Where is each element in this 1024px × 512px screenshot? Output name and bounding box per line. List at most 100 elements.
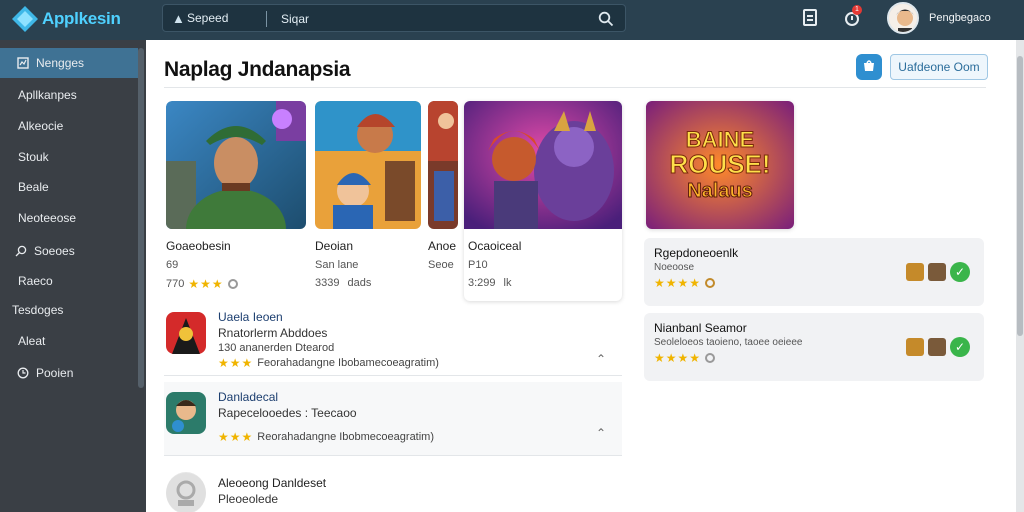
- app-icon: [166, 312, 206, 354]
- card-subtitle: San lane: [315, 259, 359, 271]
- game-thumbnail: [166, 101, 306, 229]
- search-input[interactable]: [281, 8, 581, 30]
- list-item[interactable]: Uaela Ieoen Rnatorlerm Abddoes 130 anane…: [164, 302, 622, 376]
- list-item-meta: 130 ananerden Dtearod: [218, 342, 335, 354]
- search-divider: [266, 11, 267, 27]
- sidebar-item-neoteeose[interactable]: Neoteeose: [0, 203, 138, 233]
- scrollbar-thumb[interactable]: [1017, 56, 1023, 336]
- list-item-title: Aleoeong Danldeset: [218, 476, 327, 490]
- app-logo[interactable]: Applkesin: [10, 4, 121, 34]
- sidebar: Nengges Apllkanpes Alkeocie Stouk Beale …: [0, 40, 146, 512]
- clock-icon: [16, 366, 30, 380]
- star-rating: ★★★: [218, 430, 254, 444]
- card-extra: dads: [347, 277, 372, 289]
- card-price: 3:299: [468, 277, 496, 289]
- sidebar-item-label: Alkeocie: [18, 119, 64, 133]
- sidebar-item-label: Stouk: [18, 150, 49, 164]
- card-subtitle: Seoe: [428, 259, 454, 271]
- right-list-card[interactable]: Rgepdoneoenlk Noeoose ★★★★ ✓: [644, 238, 984, 306]
- list-item[interactable]: Aleoeong Danldeset Pleoeolede: [164, 462, 622, 512]
- sidebar-item-stouk[interactable]: Stouk: [0, 142, 138, 172]
- page-title: Naplag Jndanapsia: [164, 58, 351, 81]
- star-rating: ★★★: [218, 356, 254, 370]
- card-title: Ocaoiceal: [468, 239, 522, 253]
- top-bar: Applkesin ▲ Sepeed 1 Pengbegaco: [0, 0, 1024, 40]
- sidebar-item-label: Raeco: [18, 274, 53, 288]
- card-price: 3339: [315, 277, 340, 289]
- rating-text: Feorahadangne Ibobamecoeagratim): [257, 357, 439, 369]
- card-subtitle: 69: [166, 259, 179, 271]
- featured-card[interactable]: Goaeobesin 69 770 ★★★: [166, 101, 306, 298]
- search-icon: [14, 244, 28, 258]
- star-rating: ★★★★: [654, 276, 716, 290]
- header-action-button[interactable]: Uafdeone Oom: [890, 54, 988, 80]
- list-item-title: Uaela Ieoen: [218, 310, 283, 324]
- sidebar-item-label: Tesdoges: [12, 303, 64, 317]
- app-name: Applkesin: [42, 9, 121, 28]
- game-banner: BAINE ROUSE! Nalaus: [646, 101, 794, 229]
- star-rating: ★★★: [188, 277, 224, 291]
- diamond-logo-icon: [12, 6, 38, 32]
- rating-text: Reorahadangne Ibobmecoeagratim): [257, 431, 435, 443]
- chevron-up-icon[interactable]: ⌃: [596, 352, 610, 366]
- sidebar-item-soeoes[interactable]: Soeoes: [0, 236, 138, 266]
- list-item-subtitle: Rapecelooedes : Teecaoo: [218, 406, 357, 420]
- card-meta: 3339 dads: [315, 277, 371, 289]
- sidebar-item-beale[interactable]: Beale: [0, 172, 138, 202]
- featured-banner[interactable]: BAINE ROUSE! Nalaus: [646, 101, 794, 229]
- sidebar-scrollbar[interactable]: [138, 48, 144, 388]
- card-title: Rgepdoneoenlk: [654, 246, 739, 260]
- avatar[interactable]: [887, 2, 919, 34]
- sidebar-item-alkeocie[interactable]: Alkeocie: [0, 111, 138, 141]
- page-scrollbar[interactable]: [1016, 40, 1024, 512]
- user-name[interactable]: Pengbegaco: [929, 12, 991, 24]
- mini-app-icon: [906, 263, 924, 281]
- card-title: Nianbanl Seamor: [654, 321, 747, 335]
- sidebar-item-raeco[interactable]: Raeco: [0, 266, 138, 296]
- divider: [164, 87, 986, 88]
- sidebar-item-tesdoges[interactable]: Tesdoges: [0, 295, 138, 325]
- featured-card[interactable]: Deoian San lane 3339 dads: [315, 101, 421, 298]
- banner-line-2: ROUSE!: [669, 149, 770, 179]
- search-scope-label[interactable]: Sepeed: [187, 11, 228, 25]
- sidebar-item-aleat[interactable]: Aleat: [0, 326, 138, 356]
- star-rating: ★★★★: [654, 351, 716, 365]
- app-icon-group: ✓: [906, 337, 970, 357]
- search-button[interactable]: [595, 8, 617, 30]
- document-icon[interactable]: [803, 9, 817, 26]
- user-avatar-icon: [889, 4, 917, 32]
- sidebar-item-label: Beale: [18, 180, 49, 194]
- chevron-up-icon[interactable]: ⌃: [596, 426, 610, 440]
- search-scope-icon: ▲: [172, 11, 185, 26]
- sidebar-item-pooien[interactable]: Pooien: [0, 358, 138, 388]
- card-title: Goaeobesin: [166, 239, 231, 253]
- card-subtitle: Noeoose: [654, 262, 695, 273]
- store-icon-button[interactable]: [856, 54, 882, 80]
- sidebar-item-label: Apllkanpes: [18, 88, 77, 102]
- sidebar-item-label: Nengges: [36, 56, 85, 70]
- card-title: Deoian: [315, 239, 354, 253]
- featured-card[interactable]: Ocaoiceal P10 3:299 lk: [464, 101, 622, 301]
- app-icon: [166, 472, 206, 512]
- notification-badge: 1: [852, 5, 862, 15]
- search-icon: [598, 11, 614, 27]
- featured-card[interactable]: Anoe Seoe: [428, 101, 458, 298]
- card-meta: 770 ★★★: [166, 277, 238, 291]
- right-list-card[interactable]: Nianbanl Seamor Seoleloeos taoieno, taoe…: [644, 313, 984, 381]
- mini-app-icon: [906, 338, 924, 356]
- sidebar-item-nengges[interactable]: Nengges: [0, 48, 138, 78]
- list-item-rating: ★★★ Feorahadangne Ibobamecoeagratim): [218, 356, 439, 370]
- game-thumbnail: [315, 101, 421, 229]
- check-icon: ✓: [950, 337, 970, 357]
- sidebar-item-label: Aleat: [18, 334, 46, 348]
- card-extra: lk: [503, 277, 512, 289]
- list-item-subtitle: Pleoeolede: [218, 492, 279, 506]
- card-title: Anoe: [428, 239, 457, 253]
- list-item[interactable]: Danladecal Rapecelooedes : Teecaoo ★★★ R…: [164, 382, 622, 456]
- info-icon: [227, 279, 238, 289]
- mini-app-icon: [928, 263, 946, 281]
- sidebar-item-apllkanpes[interactable]: Apllkanpes: [0, 80, 138, 110]
- banner-line-3: Nalaus: [687, 180, 753, 202]
- list-item-title: Danladecal: [218, 390, 279, 404]
- list-item-rating: ★★★ Reorahadangne Ibobmecoeagratim): [218, 430, 434, 444]
